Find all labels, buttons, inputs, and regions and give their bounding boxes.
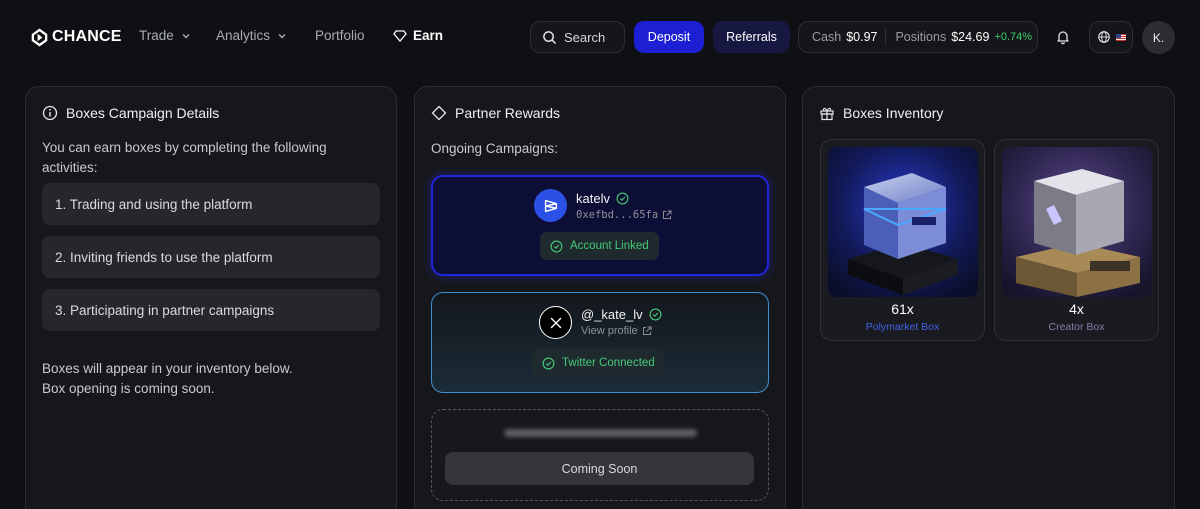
search-icon xyxy=(543,30,557,44)
coming-soon-button[interactable]: Coming Soon xyxy=(445,452,754,485)
campaign-outro-text: Boxes will appear in your inventory belo… xyxy=(42,359,372,399)
activity-item: 1. Trading and using the platform xyxy=(42,183,380,225)
search-button[interactable]: Search xyxy=(530,21,625,53)
box-name: Creator Box xyxy=(1048,321,1105,333)
activity-item: 3. Participating in partner campaigns xyxy=(42,289,380,331)
view-profile-link[interactable]: View profile xyxy=(581,325,652,337)
chance-logo-icon xyxy=(31,27,48,47)
nav-portfolio-label: Portfolio xyxy=(315,28,365,43)
diamond-outline-icon xyxy=(431,105,447,121)
globe-icon xyxy=(1097,31,1110,43)
user-avatar[interactable]: K. xyxy=(1142,21,1175,54)
nav-analytics-label: Analytics xyxy=(216,28,271,43)
creator-box-card[interactable]: 4x Creator Box xyxy=(994,139,1159,341)
wallet-address: 0xefbd...65fa xyxy=(576,209,659,221)
panel-title: Boxes Campaign Details xyxy=(66,105,220,121)
polymarket-username-row: katelv xyxy=(576,191,629,206)
external-link-icon xyxy=(663,210,672,219)
account-linked-badge: Account Linked xyxy=(540,232,659,260)
info-icon xyxy=(42,105,58,121)
positions-value: $24.69 xyxy=(951,30,990,44)
deposit-button[interactable]: Deposit xyxy=(634,21,704,53)
verified-check-icon xyxy=(616,192,629,205)
x-logo-icon xyxy=(539,306,572,339)
boxes-inventory-panel: Boxes Inventory 61x Polymarket Box 4x Cr… xyxy=(802,86,1175,509)
nav-portfolio[interactable]: Portfolio xyxy=(315,28,365,43)
chevron-down-icon xyxy=(278,33,286,38)
outro-line: Boxes will appear in your inventory belo… xyxy=(42,361,293,376)
chevron-down-icon xyxy=(182,33,190,38)
nav-trade[interactable]: Trade xyxy=(139,28,192,43)
brand-logo[interactable]: CHANCE xyxy=(30,26,122,48)
polymarket-campaign-card[interactable]: katelv 0xefbd...65fa Account Linked xyxy=(431,175,769,276)
account-linked-label: Account Linked xyxy=(570,240,649,252)
ongoing-campaigns-label: Ongoing Campaigns: xyxy=(431,141,558,156)
box-count: 61x xyxy=(891,301,914,317)
cash-value: $0.97 xyxy=(846,30,878,44)
check-circle-icon xyxy=(550,240,563,252)
activity-item: 2. Inviting friends to use the platform xyxy=(42,236,380,278)
boxes-campaign-details-panel: Boxes Campaign Details You can earn boxe… xyxy=(25,86,397,509)
cash-label: Cash xyxy=(812,30,842,44)
polymarket-box-card[interactable]: 61x Polymarket Box xyxy=(820,139,985,341)
panel-header: Boxes Campaign Details xyxy=(42,105,219,121)
polymarket-box-image xyxy=(828,147,978,297)
outro-line: Box opening is coming soon. xyxy=(42,381,215,396)
campaign-intro-text: You can earn boxes by completing the fol… xyxy=(42,140,327,175)
polymarket-logo-icon xyxy=(534,189,567,222)
balances-widget[interactable]: Cash $0.97 Positions $24.69 +0.74% xyxy=(798,21,1038,53)
positions-change: +0.74% xyxy=(994,31,1033,43)
search-label: Search xyxy=(564,29,606,45)
balance-divider xyxy=(885,28,887,46)
polymarket-username: katelv xyxy=(576,191,610,206)
view-profile-label: View profile xyxy=(581,325,638,337)
external-link-icon xyxy=(642,326,652,335)
box-count: 4x xyxy=(1069,301,1084,317)
blurred-placeholder xyxy=(504,429,697,437)
partner-rewards-panel: Partner Rewards Ongoing Campaigns: katel… xyxy=(414,86,786,509)
locale-selector[interactable] xyxy=(1089,21,1133,53)
bell-icon[interactable] xyxy=(1055,29,1071,45)
box-name: Polymarket Box xyxy=(865,321,940,333)
creator-box-image xyxy=(1002,147,1152,297)
panel-title: Partner Rewards xyxy=(455,105,561,121)
panel-title: Boxes Inventory xyxy=(843,105,944,121)
positions-label: Positions xyxy=(895,30,947,44)
nav-analytics[interactable]: Analytics xyxy=(216,28,288,43)
referrals-button[interactable]: Referrals xyxy=(713,21,790,53)
twitter-handle: @_kate_lv xyxy=(581,307,643,322)
gift-icon xyxy=(820,107,834,121)
check-circle-icon xyxy=(542,357,555,369)
verified-check-icon xyxy=(649,308,662,321)
nav-trade-label: Trade xyxy=(139,28,174,43)
coming-soon-campaign-card: Coming Soon xyxy=(431,409,769,501)
twitter-campaign-card[interactable]: @_kate_lv View profile Twitter Connected xyxy=(431,292,769,393)
brand-name: CHANCE xyxy=(52,28,122,45)
panel-header: Boxes Inventory xyxy=(819,105,943,121)
diamond-icon xyxy=(393,29,407,42)
twitter-connected-badge: Twitter Connected xyxy=(532,349,665,377)
twitter-handle-row: @_kate_lv xyxy=(581,307,662,322)
nav-earn-label: Earn xyxy=(413,28,444,43)
us-flag-icon xyxy=(1115,33,1126,41)
nav-earn[interactable]: Earn xyxy=(393,28,443,43)
wallet-address-link[interactable]: 0xefbd...65fa xyxy=(576,209,672,221)
top-navigation-bar: CHANCE Trade Analytics Portfolio Earn Se… xyxy=(0,0,1200,74)
panel-header: Partner Rewards xyxy=(431,105,560,121)
twitter-connected-label: Twitter Connected xyxy=(562,357,655,369)
